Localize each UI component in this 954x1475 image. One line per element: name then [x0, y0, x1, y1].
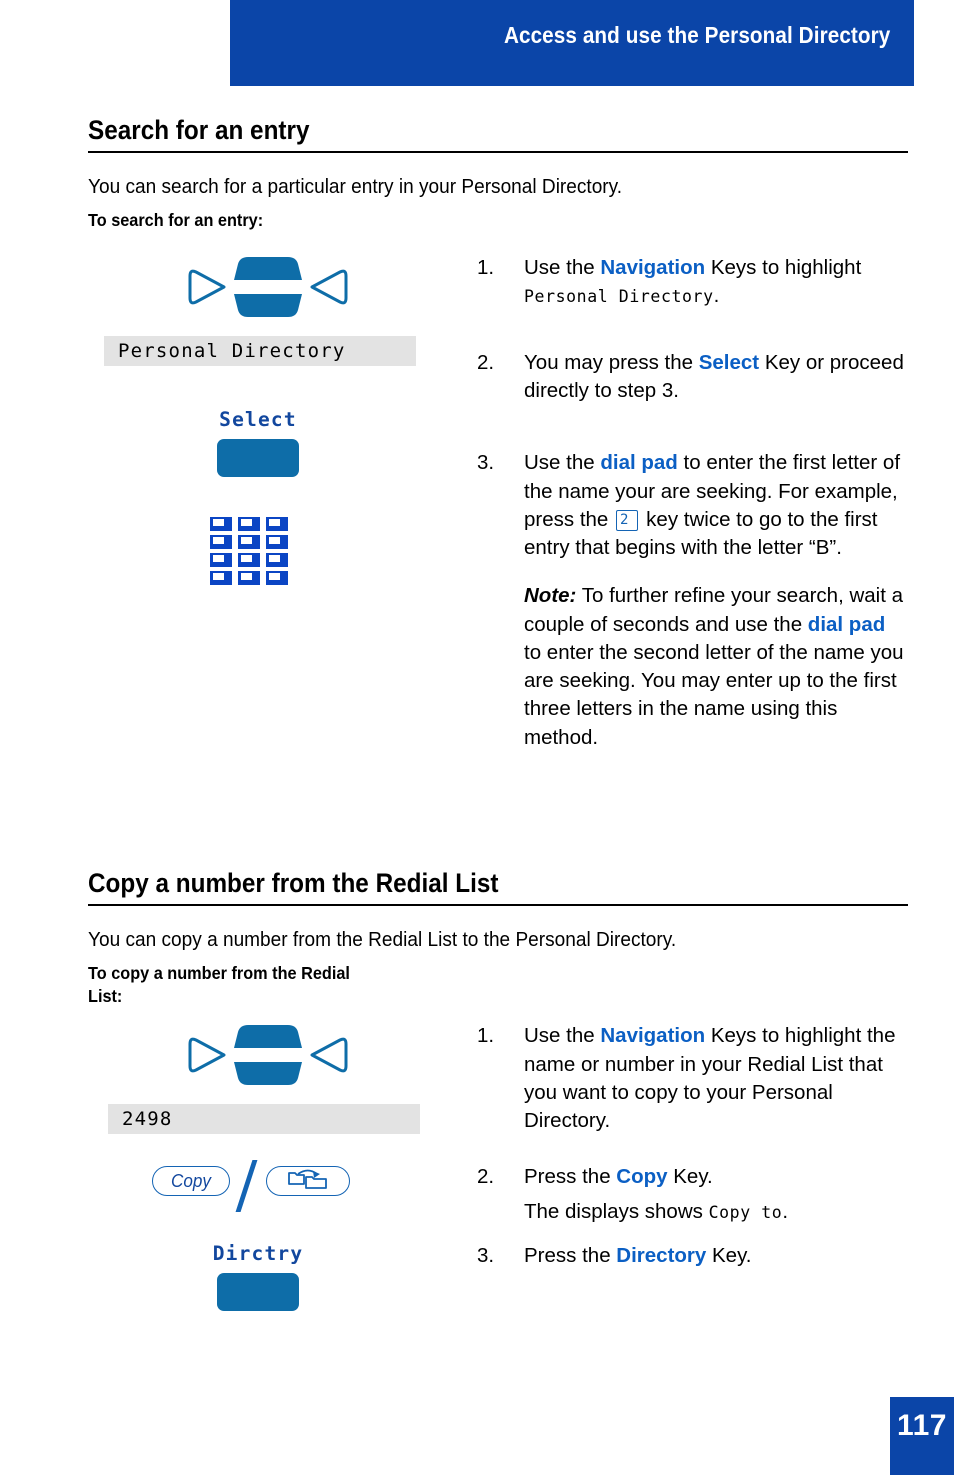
dial-key — [238, 535, 260, 550]
section-heading-copy: Copy a number from the Redial List — [88, 868, 499, 899]
step-text-prefix: Use the — [524, 451, 601, 475]
step-text-middle: Key. — [706, 1243, 752, 1267]
section-intro-search: You can search for a particular entry in… — [88, 175, 623, 198]
substep-lcd-text: Copy to — [708, 1202, 783, 1222]
step-item: 2. Press the Copy Key. — [474, 1163, 908, 1191]
step-keyword: Directory — [616, 1243, 707, 1267]
step-text-middle: Key. — [667, 1165, 713, 1189]
step-number: 3. — [477, 451, 495, 475]
note-text-suffix: to enter the second letter of the name y… — [524, 640, 904, 749]
step-number: 2. — [477, 350, 495, 374]
search-graphics-column: Personal Directory Select — [88, 254, 468, 586]
phone-display-redial-number: 2498 — [108, 1104, 420, 1135]
display-text: Personal Directory — [118, 340, 346, 363]
copy-to-icon — [286, 1168, 330, 1195]
directory-softkey-label: Dirctry — [212, 1242, 304, 1266]
substep-text-prefix: The displays shows — [524, 1199, 709, 1223]
dial-key — [210, 517, 232, 532]
dial-key — [266, 571, 288, 586]
note-label: Note: — [524, 584, 577, 608]
phone-display-personal-directory: Personal Directory — [104, 336, 416, 367]
navigation-keys-icon — [188, 254, 348, 320]
copy-key-group: Copy — [138, 1160, 478, 1213]
step-number: 1. — [477, 256, 495, 280]
substep-display-result: The displays shows Copy to. — [474, 1198, 908, 1226]
step-text-prefix: Press the — [524, 1243, 617, 1267]
dial-key-2-icon: 2 — [616, 509, 639, 531]
running-header-bar: Access and use the Personal Directory — [230, 0, 914, 86]
dial-key — [266, 553, 288, 568]
running-header-title: Access and use the Personal Directory — [503, 22, 890, 48]
step-text-prefix: Press the — [524, 1165, 617, 1189]
dial-key — [238, 553, 260, 568]
select-softkey-button[interactable] — [217, 439, 299, 478]
step-item: 1. Use the Navigation Keys to highlight … — [474, 1022, 908, 1135]
step-lcd-text: Personal Directory — [524, 287, 714, 307]
step-number: 1. — [477, 1024, 495, 1048]
copy-key-label: Copy — [171, 1170, 211, 1191]
dial-key — [266, 517, 288, 532]
separator-slash — [235, 1160, 258, 1213]
step-item: 2. You may press the Select Key or proce… — [474, 349, 908, 406]
navigation-keys-icon — [188, 1022, 348, 1088]
step-text-middle: Keys to highlight — [705, 256, 862, 280]
step-text-prefix: Use the — [524, 1024, 601, 1048]
select-softkey-label: Select — [219, 408, 297, 432]
section-subhead-copy: To copy a number from the Redial List: — [88, 963, 350, 1007]
dial-key — [266, 535, 288, 550]
step-keyword: Navigation — [600, 1024, 706, 1048]
page-number: 117 — [890, 1397, 954, 1475]
dial-pad-icon — [210, 517, 288, 586]
step-text-prefix: You may press the — [524, 350, 699, 374]
step-number: 2. — [477, 1165, 495, 1189]
section-rule — [88, 904, 908, 907]
section-intro-copy: You can copy a number from the Redial Li… — [88, 928, 677, 952]
copy-steps-column: 1. Use the Navigation Keys to highlight … — [474, 1022, 908, 1288]
copy-columns: 2498 Copy Dirctry 1. Use the Navigation … — [88, 1022, 908, 1352]
note-keyword: dial pad — [807, 612, 886, 636]
substep-text-suffix: . — [782, 1199, 789, 1223]
dial-key — [238, 517, 260, 532]
step-text-prefix: Use the — [524, 256, 601, 280]
display-text: 2498 — [122, 1108, 173, 1131]
select-softkey-group[interactable]: Select — [88, 408, 428, 478]
dial-key — [210, 553, 232, 568]
search-columns: Personal Directory Select 1. Use the Nav… — [88, 254, 908, 854]
note-block: Note: To further refine your search, wai… — [474, 582, 908, 752]
dial-key — [238, 571, 260, 586]
search-steps-column: 1. Use the Navigation Keys to highlight … — [474, 254, 908, 766]
dial-key — [210, 571, 232, 586]
page-content: Search for an entry You can search for a… — [88, 115, 908, 1352]
step-keyword: Select — [698, 350, 760, 374]
step-keyword: dial pad — [600, 451, 678, 475]
step-item: 1. Use the Navigation Keys to highlight … — [474, 254, 908, 311]
directory-softkey-group[interactable]: Dirctry — [88, 1242, 428, 1312]
step-text-suffix: . — [713, 284, 720, 308]
section-heading-search: Search for an entry — [88, 115, 310, 145]
copy-to-icon-button[interactable] — [266, 1166, 350, 1197]
section-subhead-search: To search for an entry: — [88, 210, 264, 230]
step-number: 3. — [477, 1243, 495, 1267]
copy-key-button[interactable]: Copy — [152, 1166, 230, 1197]
directory-softkey-button[interactable] — [217, 1273, 299, 1312]
step-keyword: Copy — [616, 1165, 668, 1189]
dial-key — [210, 535, 232, 550]
step-item: 3. Use the dial pad to enter the first l… — [474, 449, 908, 562]
step-keyword: Navigation — [600, 256, 706, 280]
copy-graphics-column: 2498 Copy Dirctry — [88, 1022, 468, 1312]
step-item: 3. Press the Directory Key. — [474, 1242, 908, 1270]
section-rule — [88, 151, 908, 153]
